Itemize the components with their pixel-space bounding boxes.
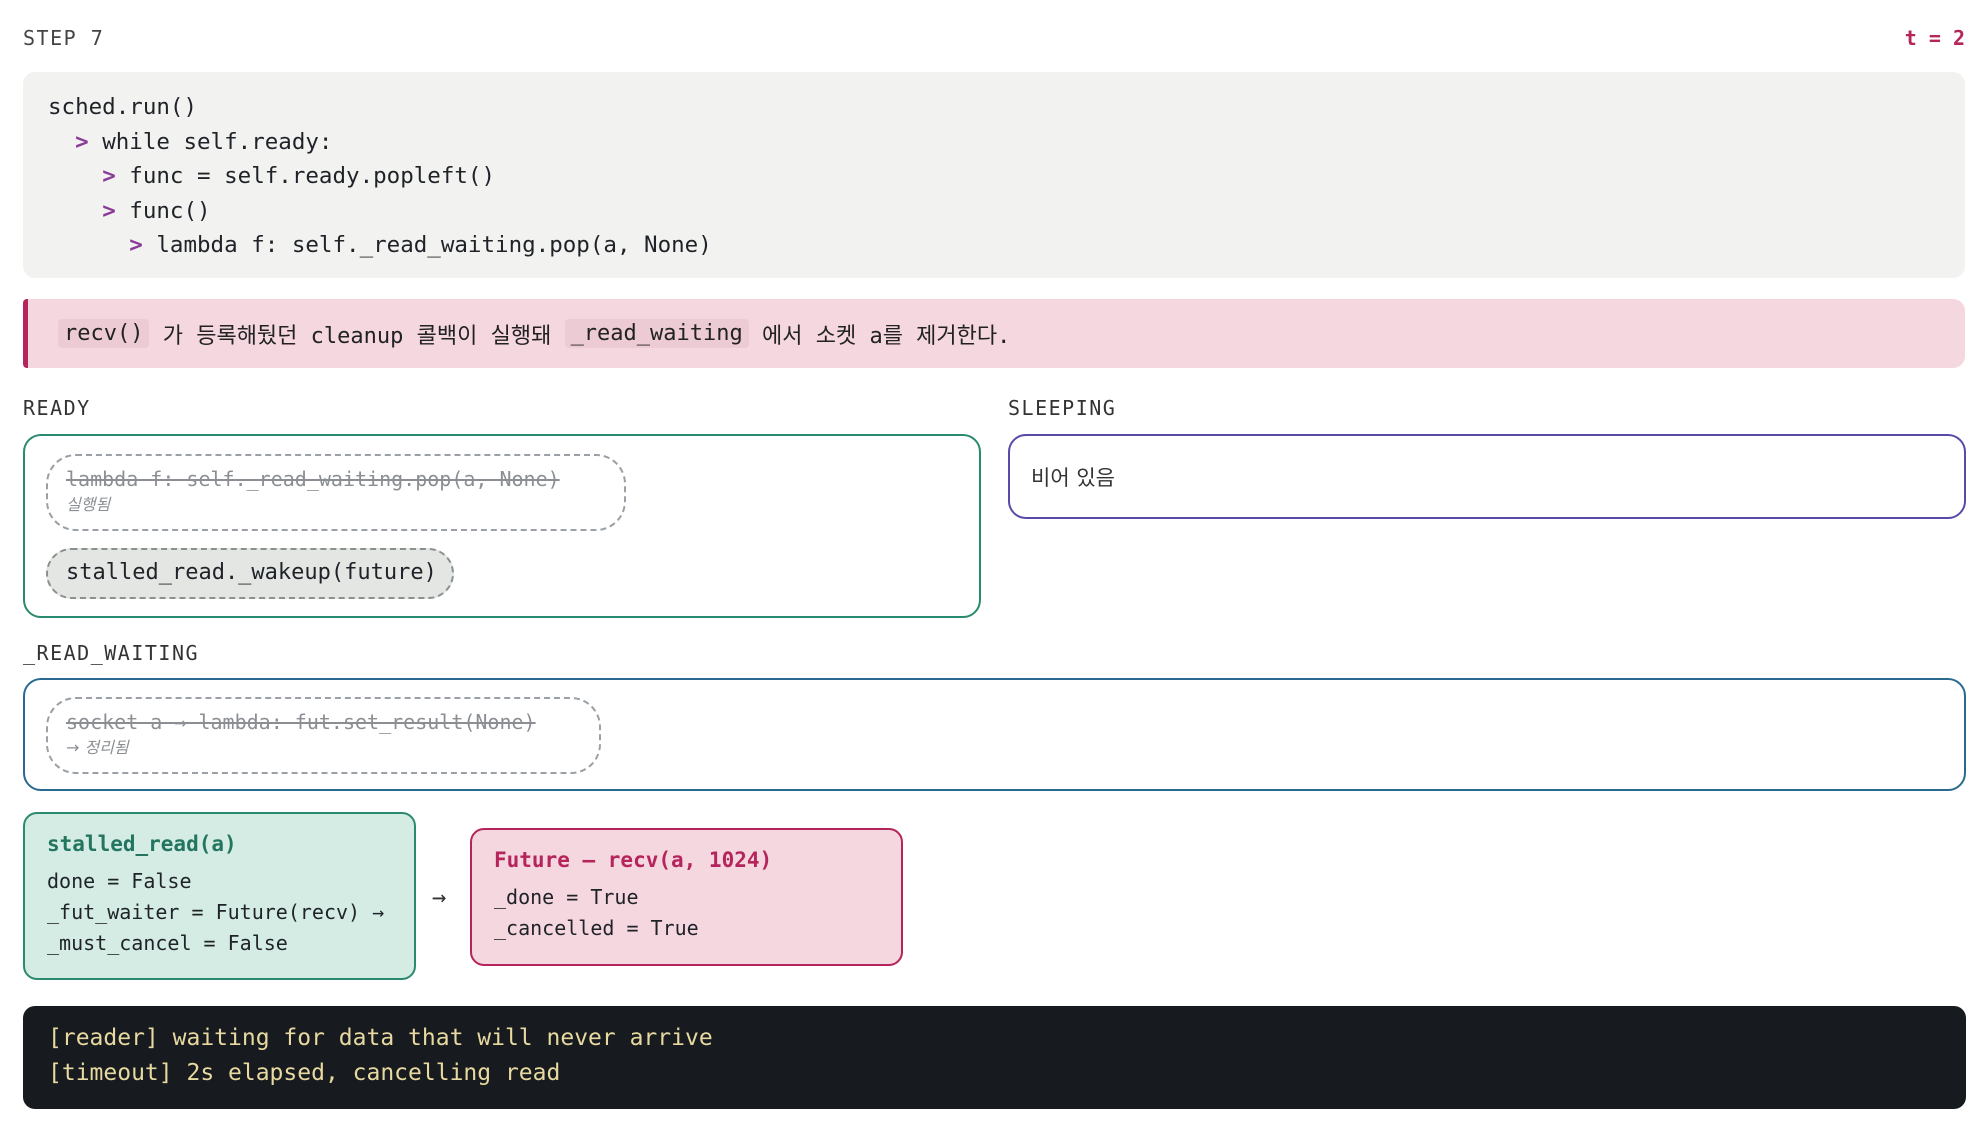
code-line: > func = self.ready.popleft()	[102, 163, 496, 189]
nested-arrow-icon: >	[129, 232, 157, 258]
future-field: _cancelled = True	[494, 916, 699, 940]
note-text: 가 등록해뒀던 cleanup 콜백이 실행돼	[149, 323, 565, 349]
task-field: done = False	[47, 869, 192, 893]
nested-arrow-icon: >	[102, 197, 130, 224]
sleeping-panel: 비어 있음	[1008, 434, 1966, 519]
call-stack-code-block: sched.run() > while self.ready: > func =…	[23, 72, 1965, 278]
ready-item-status: 실행됨	[66, 495, 111, 514]
time-indicator: t = 2	[1904, 26, 1965, 50]
code-line: > func()	[102, 197, 211, 224]
step-label: STEP 7	[23, 26, 105, 50]
read-waiting-item-status: → 정리됨	[66, 738, 129, 757]
inline-code: recv()	[58, 319, 150, 348]
future-object-card: Future — recv(a, 1024) _done = True _can…	[470, 828, 903, 966]
read-waiting-panel: socket a → lambda: fut.set_result(None) …	[23, 678, 1966, 791]
read-waiting-item-cleared: socket a → lambda: fut.set_result(None) …	[46, 697, 601, 774]
ready-item-text: stalled_read._wakeup(future)	[66, 560, 437, 585]
nested-arrow-icon: >	[75, 128, 103, 155]
task-object-card: stalled_read(a) done = False _fut_waiter…	[23, 812, 416, 980]
code-line: > while self.ready:	[75, 128, 333, 155]
reference-arrow-icon: →	[432, 883, 447, 911]
nested-arrow-icon: >	[102, 163, 130, 189]
note-text: 에서 소켓 a를 제거한다.	[748, 323, 1011, 349]
ready-item-executed: lambda f: self._read_waiting.pop(a, None…	[46, 454, 626, 531]
task-field: _must_cancel = False	[47, 931, 288, 955]
ready-queue-panel: lambda f: self._read_waiting.pop(a, None…	[23, 434, 981, 618]
ready-item-pending: stalled_read._wakeup(future)	[46, 548, 454, 599]
console-output: [reader] waiting for data that will neve…	[23, 1006, 1966, 1109]
console-line: [reader] waiting for data that will neve…	[48, 1025, 713, 1051]
task-title: stalled_read(a)	[47, 832, 237, 856]
ready-label: READY	[23, 396, 91, 420]
code-line: sched.run()	[48, 94, 198, 120]
read-waiting-label: _READ_WAITING	[23, 641, 200, 665]
inline-code: _read_waiting	[564, 319, 749, 348]
read-waiting-item-text: socket a → lambda: fut.set_result(None)	[66, 710, 536, 734]
ready-item-text: lambda f: self._read_waiting.pop(a, None…	[66, 467, 560, 491]
sleeping-label: SLEEPING	[1008, 396, 1117, 420]
step-header: STEP 7 t = 2	[23, 26, 1965, 54]
task-field: _fut_waiter = Future(recv) →	[47, 900, 385, 924]
explanation-note: recv() 가 등록해뒀던 cleanup 콜백이 실행돼 _read_wai…	[23, 299, 1965, 368]
future-field: _done = True	[494, 885, 639, 909]
empty-text: 비어 있음	[1031, 466, 1115, 490]
future-title: Future — recv(a, 1024)	[494, 848, 773, 872]
console-line: [timeout] 2s elapsed, cancelling read	[48, 1060, 561, 1086]
code-line: > lambda f: self._read_waiting.pop(a, No…	[129, 232, 712, 258]
